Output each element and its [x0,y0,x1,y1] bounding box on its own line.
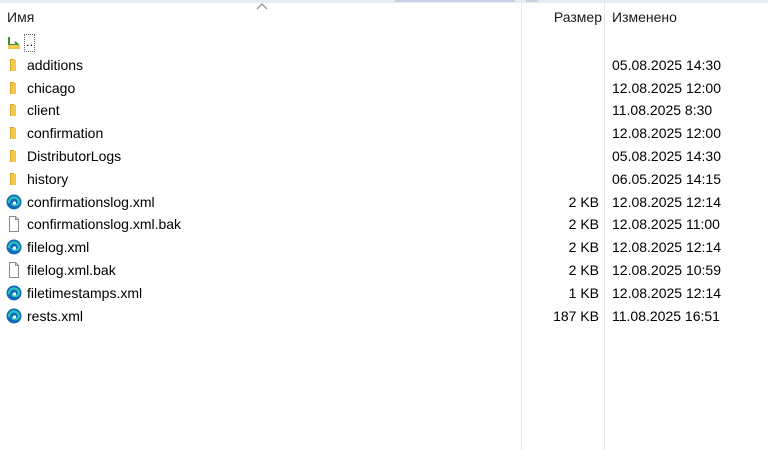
edge-xml-icon [6,194,22,210]
file-modified: 12.08.2025 12:00 [612,79,721,96]
edge-xml-icon [6,308,22,324]
folder-icon [10,104,16,117]
file-size: 2 KB [568,239,599,256]
blank-file-icon [9,216,19,233]
file-name: additions [27,56,84,73]
folder-up-icon [8,37,20,49]
file-modified: 05.08.2025 14:30 [612,147,721,164]
list-item[interactable]: rests.xml 187 KB 11.08.2025 16:51 [0,305,768,328]
list-item[interactable]: confirmation 12.08.2025 12:00 [0,122,768,145]
edge-xml-icon [6,285,22,301]
list-item[interactable]: history 06.05.2025 14:15 [0,168,768,191]
file-name: filelog.xml [27,239,90,256]
column-header-bar: Имя Размер Изменено [0,3,768,30]
list-item[interactable]: confirmationslog.xml.bak 2 KB 12.08.2025 1… [0,213,768,236]
file-modified: 12.08.2025 12:14 [612,284,721,301]
file-list-pane: Имя Размер Изменено .. additions 05.08.20… [0,0,768,450]
file-name: DistributorLogs [27,147,122,164]
list-item[interactable]: filelog.xml.bak 2 KB 12.08.2025 10:59 [0,259,768,282]
file-name: filelog.xml.bak [27,261,116,278]
file-modified: 12.08.2025 12:14 [612,193,721,210]
file-size: 2 KB [568,261,599,278]
file-modified: 06.05.2025 14:15 [612,170,721,187]
file-name: confirmationslog.xml [27,193,155,210]
list-item[interactable]: client 11.08.2025 8:30 [0,99,768,122]
file-name: history [27,170,69,187]
file-modified: 11.08.2025 8:30 [612,102,713,119]
list-item-up-dir[interactable]: .. [0,31,768,54]
file-name: filetimestamps.xml [27,284,143,301]
file-size: 2 KB [568,193,599,210]
up-dir-label: .. [24,34,36,52]
folder-icon [10,172,16,185]
file-modified: 12.08.2025 12:14 [612,239,721,256]
file-size: 187 KB [553,307,599,324]
file-modified: 12.08.2025 11:00 [612,216,720,233]
column-header-size[interactable]: Размер [522,4,604,30]
blank-file-icon [9,261,19,278]
folder-icon [10,149,16,162]
list-item[interactable]: filetimestamps.xml 1 KB 12.08.2025 12:14 [0,282,768,305]
file-size: 2 KB [568,216,599,233]
column-header-modified[interactable]: Изменено [604,4,768,30]
folder-icon [10,81,16,94]
file-name: client [27,102,60,119]
file-size: 1 KB [568,284,599,301]
list-item[interactable]: filelog.xml 2 KB 12.08.2025 12:14 [0,236,768,259]
file-modified: 12.08.2025 10:59 [612,261,721,278]
file-modified: 05.08.2025 14:30 [612,56,721,73]
file-modified: 11.08.2025 16:51 [612,307,720,324]
list-item[interactable]: additions 05.08.2025 14:30 [0,54,768,77]
window-top-edge [0,0,768,3]
list-item[interactable]: chicago 12.08.2025 12:00 [0,77,768,100]
list-item[interactable]: confirmationslog.xml 2 KB 12.08.2025 12:14 [0,191,768,214]
list-item[interactable]: DistributorLogs 05.08.2025 14:30 [0,145,768,168]
edge-xml-icon [6,239,22,255]
file-name: confirmation [27,125,104,142]
file-name: rests.xml [27,307,83,324]
folder-icon [10,127,16,140]
file-name: confirmationslog.xml.bak [27,216,182,233]
folder-icon [10,58,16,71]
file-name: chicago [27,79,76,96]
file-list: .. additions 05.08.2025 14:30 chicago 12.08… [0,31,768,327]
sort-ascending-icon [256,3,268,10]
file-modified: 12.08.2025 12:00 [612,125,721,142]
